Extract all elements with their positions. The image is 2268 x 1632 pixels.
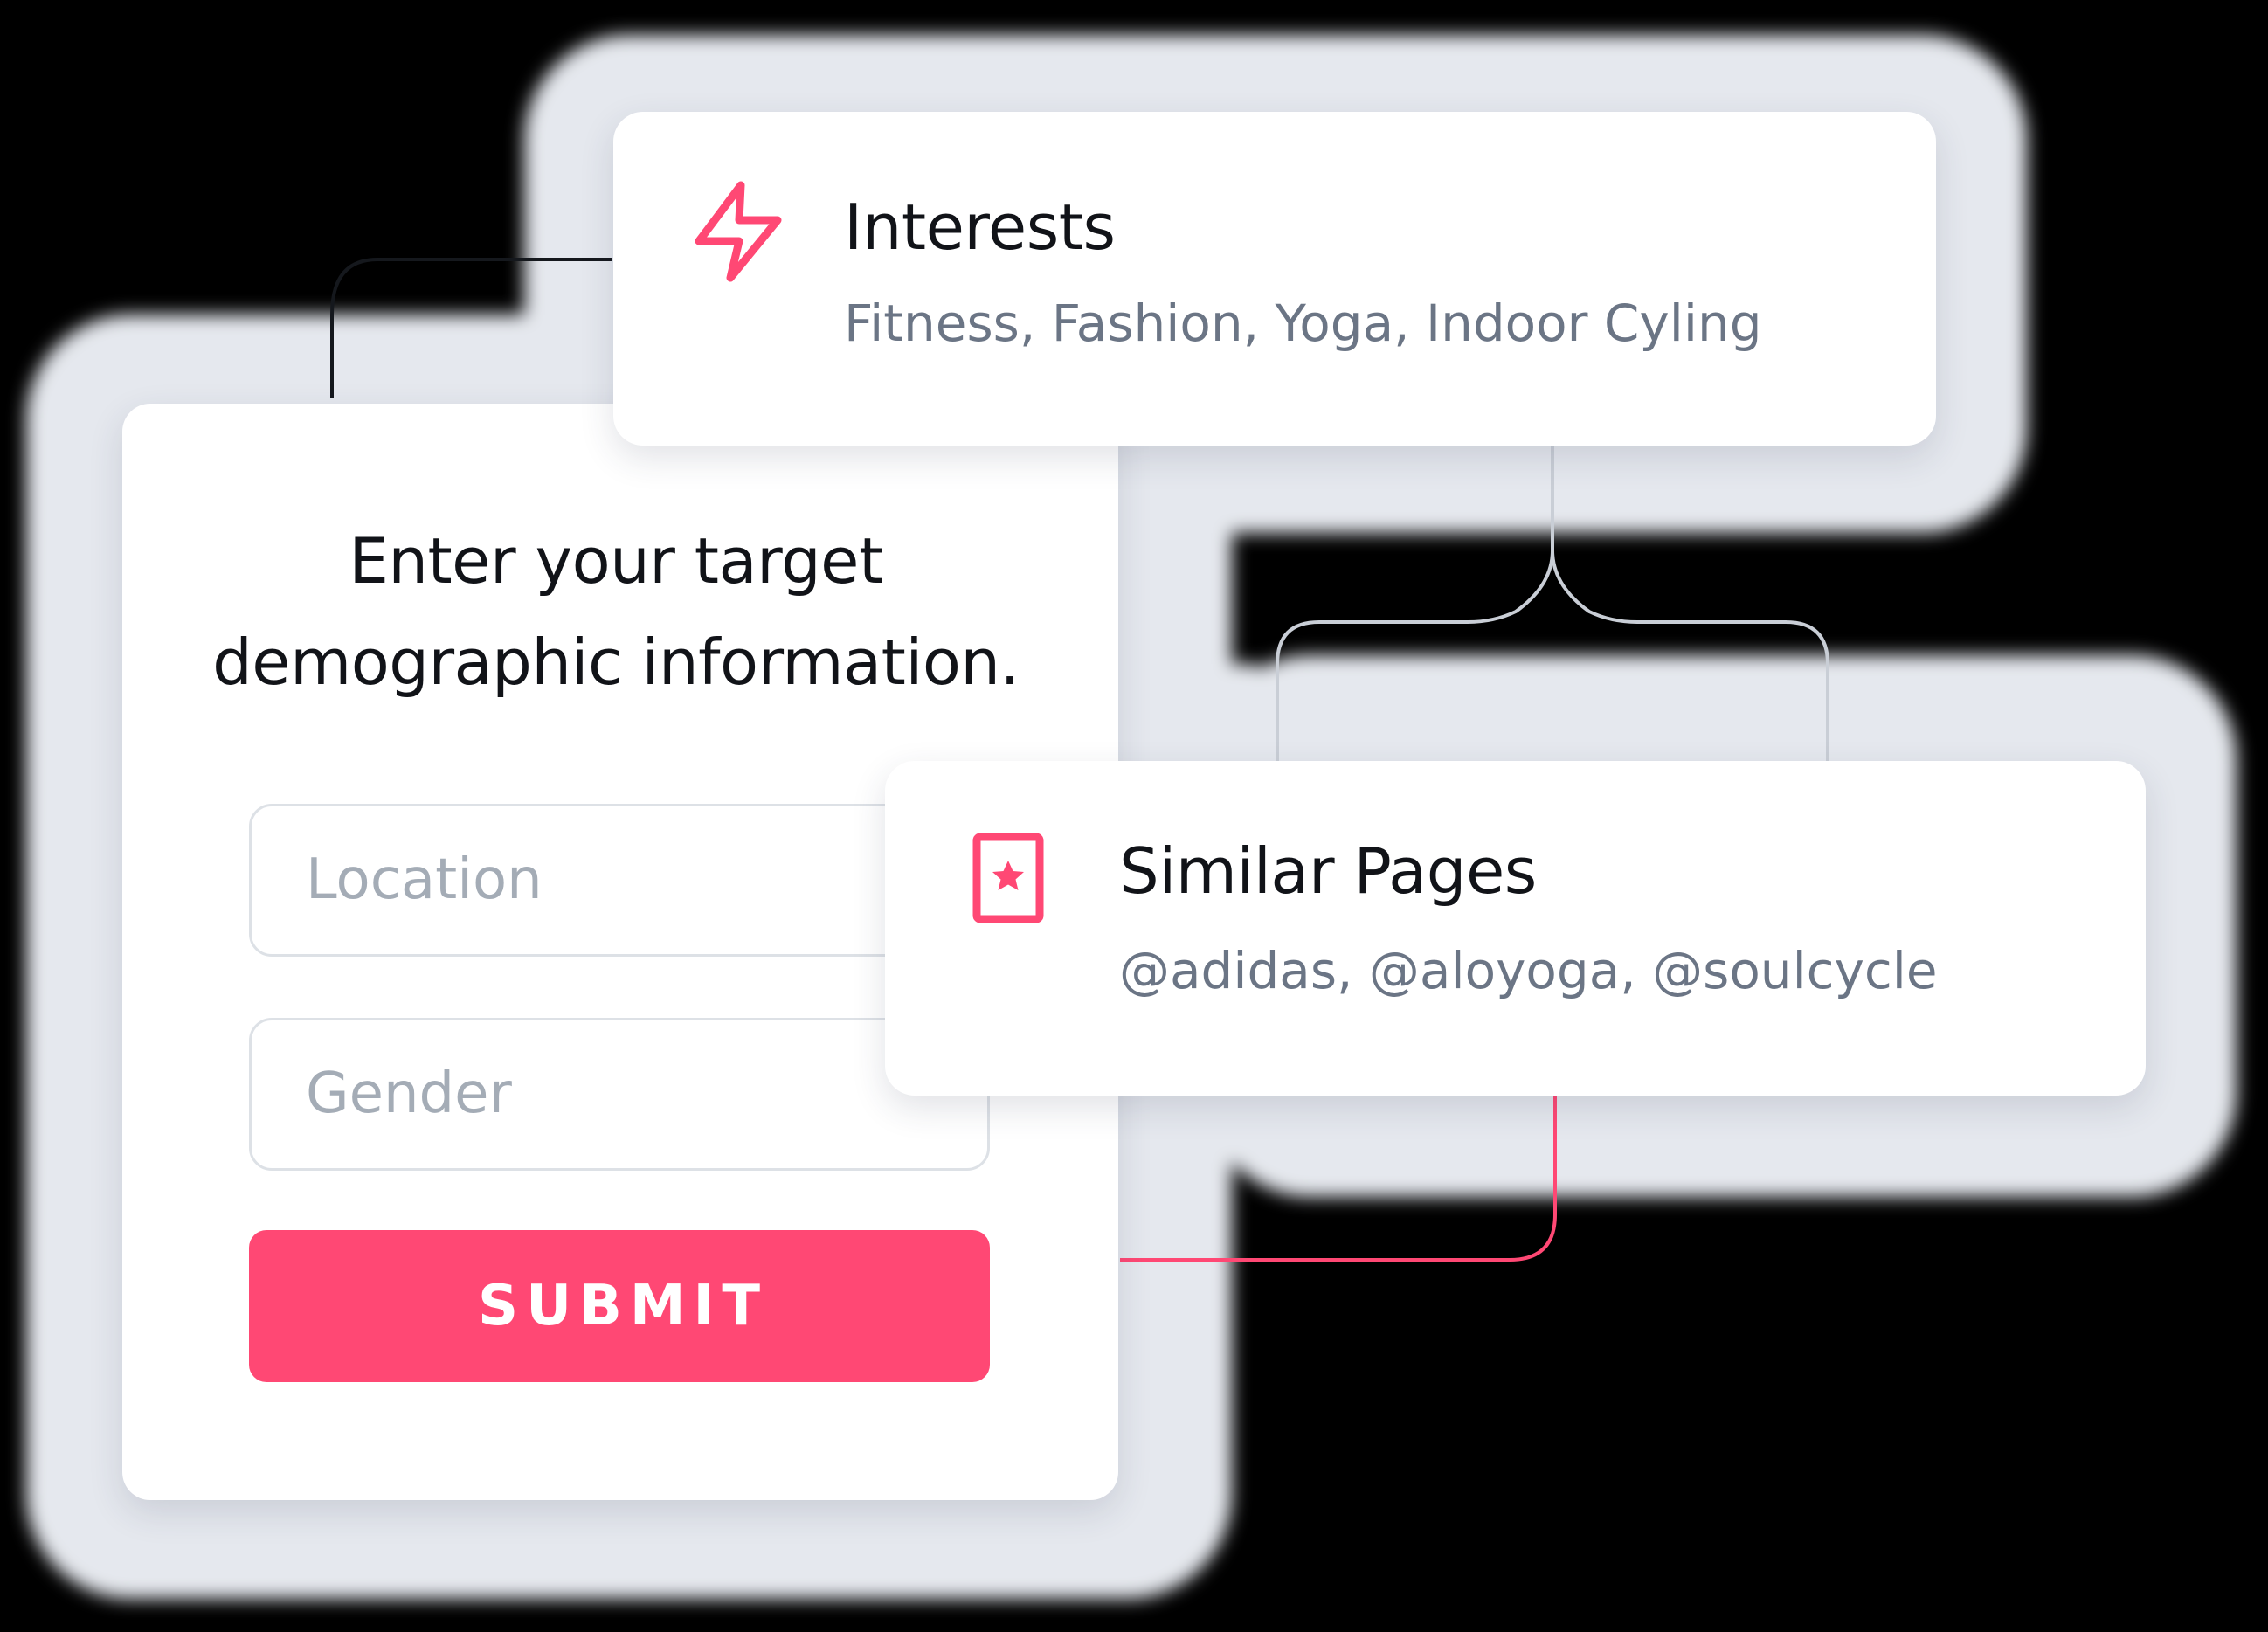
gender-placeholder: Gender [306,1061,512,1126]
submit-button[interactable]: SUBMIT [249,1230,990,1382]
gender-input[interactable]: Gender [249,1018,990,1171]
location-input[interactable]: Location [249,804,990,957]
location-placeholder: Location [306,847,543,912]
illustration-stage: Enter your target demographic informatio… [0,0,2268,1632]
similar-pages-values: @adidas, @aloyoga, @soulcycle [1119,941,1938,1000]
interests-values: Fitness, Fashion, Yoga, Indoor Cyling [844,294,1762,353]
lightning-icon [695,181,782,282]
interests-card: Interests Fitness, Fashion, Yoga, Indoor… [613,112,1936,446]
similar-pages-card: Similar Pages @adidas, @aloyoga, @soulcy… [885,761,2146,1096]
interests-title: Interests [844,190,1116,264]
star-bookmark-icon [972,833,1044,923]
form-title: Enter your target demographic informatio… [212,524,1020,699]
similar-pages-title: Similar Pages [1119,834,1537,908]
